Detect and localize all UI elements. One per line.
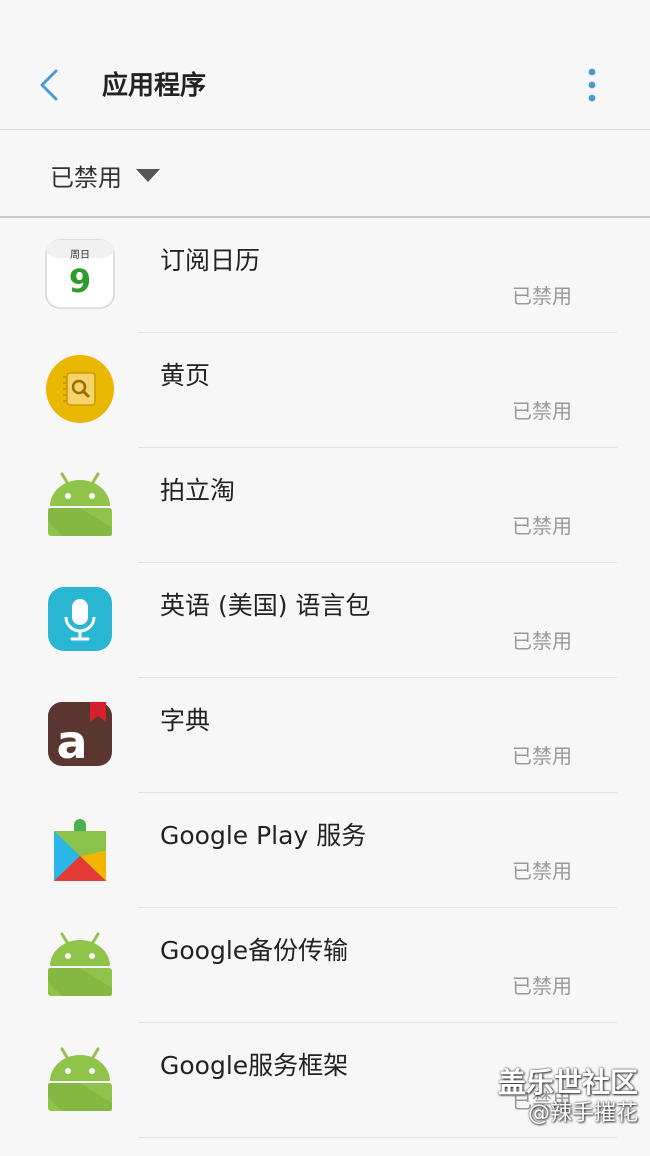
google-play-services-icon	[54, 819, 106, 881]
app-name: 黄页	[160, 361, 211, 390]
row-divider	[138, 1137, 617, 1138]
app-name: 拍立淘	[160, 476, 236, 505]
app-status: 已禁用	[512, 399, 572, 423]
app-name: 字典	[160, 706, 211, 735]
list-item[interactable]: Google Play 服务 已禁用	[0, 793, 650, 908]
calendar-icon-weekday: 周日	[70, 249, 90, 261]
app-name: Google Play 服务	[160, 821, 367, 850]
dictionary-icon: a	[48, 702, 112, 769]
watermark-line2: @辣手摧花	[527, 1101, 638, 1126]
app-status: 已禁用	[512, 744, 572, 768]
app-name: 订阅日历	[160, 246, 261, 275]
filter-dropdown[interactable]: 已禁用	[50, 150, 160, 200]
app-status: 已禁用	[512, 284, 572, 308]
watermark-line1: 盖乐世社区	[497, 1066, 638, 1099]
microphone-icon	[48, 587, 112, 651]
yellow-pages-icon	[46, 355, 114, 423]
app-name: Google备份传输	[160, 936, 349, 965]
watermark: 盖乐世社区 @辣手摧花	[498, 1066, 638, 1128]
app-list-screen: 应用程序 已禁用 周日 9 订阅日历 已禁用 黄页 已禁用 拍立淘 已禁用 英语…	[0, 0, 650, 1156]
app-status: 已禁用	[512, 629, 572, 653]
caret-down-icon	[136, 168, 160, 182]
more-vertical-icon	[588, 68, 596, 102]
list-item[interactable]: 黄页 已禁用	[0, 333, 650, 448]
list-item[interactable]: 英语 (美国) 语言包 已禁用	[0, 563, 650, 678]
android-icon	[48, 472, 112, 536]
more-options-button[interactable]	[574, 62, 610, 108]
calendar-icon-day: 9	[69, 262, 91, 300]
app-status: 已禁用	[512, 514, 572, 538]
back-button[interactable]	[26, 62, 72, 108]
app-bar: 应用程序	[0, 40, 650, 130]
app-name: Google服务框架	[160, 1051, 349, 1080]
app-list: 周日 9 订阅日历 已禁用 黄页 已禁用 拍立淘 已禁用 英语 (美国) 语言包…	[0, 218, 650, 1138]
app-status: 已禁用	[512, 974, 572, 998]
android-icon	[48, 1047, 112, 1111]
page-title: 应用程序	[102, 71, 207, 101]
header-divider	[0, 129, 650, 130]
app-status: 已禁用	[512, 859, 572, 883]
list-item[interactable]: 周日 9 订阅日历 已禁用	[0, 218, 650, 333]
app-name: 英语 (美国) 语言包	[160, 591, 371, 620]
calendar-icon: 周日 9	[45, 239, 115, 309]
android-icon	[48, 932, 112, 996]
dictionary-icon-letter: a	[56, 715, 87, 769]
filter-label: 已禁用	[50, 163, 122, 192]
list-item[interactable]: a 字典 已禁用	[0, 678, 650, 793]
chevron-left-icon	[40, 69, 58, 101]
list-item[interactable]: Google备份传输 已禁用	[0, 908, 650, 1023]
list-item[interactable]: 拍立淘 已禁用	[0, 448, 650, 563]
